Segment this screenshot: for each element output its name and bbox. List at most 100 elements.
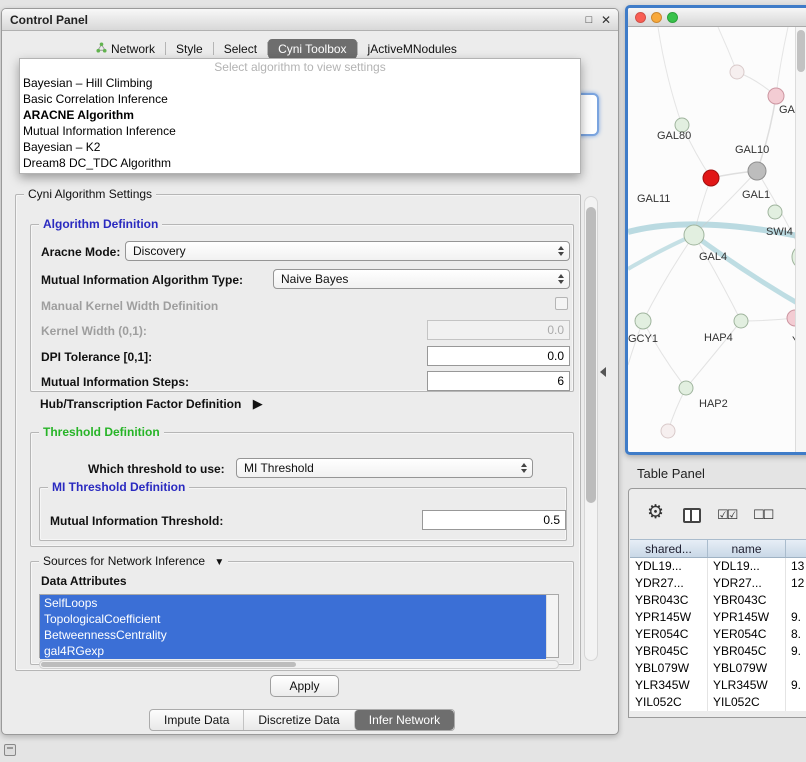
- network-edge[interactable]: [776, 27, 788, 96]
- table-cell: 9.: [786, 643, 806, 660]
- combo-updown-icon: [553, 274, 569, 284]
- network-edge[interactable]: [694, 235, 806, 317]
- attribute-item-selfloops[interactable]: SelfLoops: [40, 595, 546, 611]
- algorithm-option-dream8-dc-tdc-algorithm[interactable]: Dream8 DC_TDC Algorithm: [20, 155, 580, 171]
- network-node[interactable]: [748, 162, 766, 180]
- combo-updown-icon: [516, 463, 532, 473]
- list-vertical-scrollbar[interactable]: [546, 595, 558, 657]
- algorithm-option-bayesian-k2[interactable]: Bayesian – K2: [20, 139, 580, 155]
- mi-algorithm-type-select[interactable]: Naive Bayes: [273, 269, 570, 289]
- network-window-titlebar[interactable]: [628, 8, 806, 27]
- network-node[interactable]: [661, 424, 675, 438]
- node-label: HAP2: [699, 398, 728, 410]
- network-node[interactable]: [768, 88, 784, 104]
- table-row[interactable]: YDL19...YDL19...13: [630, 558, 806, 575]
- network-edge[interactable]: [757, 96, 776, 171]
- table-panel-title: Table Panel: [637, 466, 705, 481]
- panel-splitter-collapse-icon[interactable]: [600, 367, 606, 377]
- select-all-checkboxes-icon[interactable]: ☑☑: [717, 507, 736, 523]
- network-node[interactable]: [768, 205, 782, 219]
- sources-group: Sources for Network Inference ▼ Data Att…: [30, 561, 574, 665]
- tab-label: Cyni Toolbox: [278, 42, 346, 56]
- table-row[interactable]: YER054CYER054C8.: [630, 626, 806, 643]
- mi-steps-input[interactable]: 6: [427, 371, 570, 391]
- table-cell: YPR145W: [630, 609, 708, 626]
- table-row[interactable]: YPR145WYPR145W9.: [630, 609, 806, 626]
- which-threshold-value: MI Threshold: [237, 461, 516, 475]
- minimize-traffic-light-icon[interactable]: [651, 12, 662, 23]
- tab-discretize-data[interactable]: Discretize Data: [243, 710, 353, 730]
- threshold-definition-group: Threshold Definition Which threshold to …: [30, 432, 574, 547]
- attribute-item-betweennesscentrality[interactable]: BetweennessCentrality: [40, 627, 546, 643]
- tab-network[interactable]: Network: [86, 39, 165, 59]
- close-traffic-light-icon[interactable]: [635, 12, 646, 23]
- table-row[interactable]: YIL052CYIL052C: [630, 694, 806, 711]
- dpi-tolerance-input[interactable]: 0.0: [427, 346, 570, 366]
- network-vertical-scrollbar[interactable]: [795, 27, 806, 452]
- hub-definition-section[interactable]: Hub/Transcription Factor Definition ▶: [40, 396, 263, 412]
- algorithm-option-mutual-information-inference[interactable]: Mutual Information Inference: [20, 123, 580, 139]
- network-node[interactable]: [679, 381, 693, 395]
- tab-style[interactable]: Style: [166, 39, 213, 59]
- tab-cyni-toolbox[interactable]: Cyni Toolbox: [268, 39, 356, 59]
- network-edge[interactable]: [658, 27, 682, 125]
- node-label: GAL11: [637, 193, 670, 205]
- gear-icon[interactable]: ⚙: [647, 503, 664, 523]
- sources-group-title[interactable]: Sources for Network Inference ▼: [39, 554, 228, 568]
- expand-right-arrow-icon[interactable]: ▶: [253, 396, 263, 411]
- table-row[interactable]: YLR345WYLR345W9.: [630, 677, 806, 694]
- mi-threshold-input[interactable]: 0.5: [422, 510, 566, 530]
- table-column-header[interactable]: name: [708, 540, 786, 557]
- tab-jactivemnodules[interactable]: jActiveMNodules: [358, 39, 467, 59]
- table-row[interactable]: YBR045CYBR045C9.: [630, 643, 806, 660]
- settings-vertical-scrollbar[interactable]: [584, 196, 598, 661]
- network-canvas[interactable]: GAL8GAL80GAL10GAL11GAL1SWI4GAL4GCY1HAP4Y…: [628, 27, 806, 452]
- table-row[interactable]: YDR27...YDR27...12: [630, 575, 806, 592]
- network-node[interactable]: [734, 314, 748, 328]
- apply-button[interactable]: Apply: [270, 675, 339, 697]
- scrollbar-thumb[interactable]: [586, 207, 596, 503]
- table-cell: YDR27...: [630, 575, 708, 592]
- bottom-left-panel-icon[interactable]: [4, 744, 16, 756]
- list-horizontal-scrollbar[interactable]: [39, 660, 559, 669]
- columns-icon[interactable]: [683, 508, 701, 523]
- network-view-window[interactable]: GAL8GAL80GAL10GAL11GAL1SWI4GAL4GCY1HAP4Y…: [625, 5, 806, 455]
- which-threshold-select[interactable]: MI Threshold: [236, 458, 533, 478]
- algorithm-option-aracne-algorithm[interactable]: ARACNE Algorithm: [20, 107, 580, 123]
- kernel-width-input[interactable]: 0.0: [427, 320, 570, 340]
- scrollbar-thumb[interactable]: [797, 30, 805, 72]
- tab-impute-data[interactable]: Impute Data: [150, 710, 243, 730]
- control-panel-titlebar[interactable]: Control Panel □ ✕: [2, 9, 618, 31]
- network-edge[interactable]: [643, 321, 686, 388]
- manual-kernel-width-checkbox[interactable]: [555, 297, 568, 310]
- data-attributes-list[interactable]: SelfLoopsTopologicalCoefficientBetweenne…: [39, 594, 559, 658]
- table-row[interactable]: YBR043CYBR043C: [630, 592, 806, 609]
- network-edge[interactable]: [628, 235, 694, 269]
- float-window-icon[interactable]: □: [582, 13, 596, 27]
- table-cell: YDL19...: [708, 558, 786, 575]
- network-node[interactable]: [703, 170, 719, 186]
- scrollbar-thumb[interactable]: [41, 662, 296, 667]
- table-header: shared...name: [630, 539, 806, 558]
- algorithm-option-basic-correlation-inference[interactable]: Basic Correlation Inference: [20, 91, 580, 107]
- table-cell: YLR345W: [630, 677, 708, 694]
- network-node[interactable]: [684, 225, 704, 245]
- table-column-header[interactable]: [786, 540, 806, 557]
- tab-select[interactable]: Select: [214, 39, 267, 59]
- table-column-header[interactable]: shared...: [630, 540, 708, 557]
- collapse-down-arrow-icon[interactable]: ▼: [214, 557, 224, 568]
- attribute-item-gal4rgexp[interactable]: gal4RGexp: [40, 643, 546, 659]
- zoom-traffic-light-icon[interactable]: [667, 12, 678, 23]
- algorithm-definition-group: Algorithm Definition Aracne Mode: Discov…: [30, 224, 574, 392]
- table-row[interactable]: YBL079WYBL079W: [630, 660, 806, 677]
- network-node[interactable]: [635, 313, 651, 329]
- close-window-icon[interactable]: ✕: [599, 13, 613, 27]
- deselect-all-checkboxes-icon[interactable]: ☐☐: [753, 507, 772, 523]
- tab-infer-network[interactable]: Infer Network: [354, 710, 454, 730]
- network-node[interactable]: [730, 65, 744, 79]
- aracne-mode-select[interactable]: Discovery: [125, 241, 570, 261]
- algorithm-option-bayesian-hill-climbing[interactable]: Bayesian – Hill Climbing: [20, 75, 580, 91]
- table-cell: YLR345W: [708, 677, 786, 694]
- attribute-item-topologicalcoefficient[interactable]: TopologicalCoefficient: [40, 611, 546, 627]
- network-edge[interactable]: [694, 235, 741, 321]
